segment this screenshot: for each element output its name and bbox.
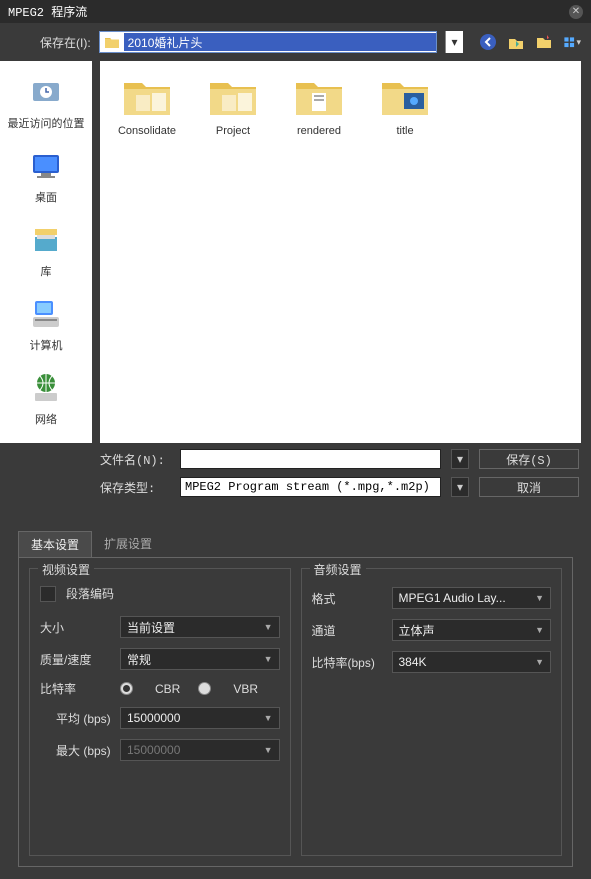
video-settings: 视频设置 段落编码 大小 当前设置▼ 质量/速度 常规▼ 比特率 CBR VBR xyxy=(29,568,291,856)
main-area: 最近访问的位置 桌面 库 计算机 网络 Consolidate Proj xyxy=(0,61,591,443)
size-label: 大小 xyxy=(40,619,120,636)
filetype-label: 保存类型: xyxy=(100,479,170,496)
vbr-label: VBR xyxy=(233,682,258,696)
folder-label: Consolidate xyxy=(110,125,184,137)
close-button[interactable]: ✕ xyxy=(569,5,583,19)
folder-label: Project xyxy=(196,125,270,137)
sidebar-item-label: 桌面 xyxy=(0,189,92,205)
recent-icon xyxy=(27,73,65,111)
folder-icon xyxy=(206,75,260,119)
window-title: MPEG2 程序流 xyxy=(8,3,87,20)
settings-area: 基本设置 扩展设置 视频设置 段落编码 大小 当前设置▼ 质量/速度 常规▼ 比… xyxy=(0,519,591,879)
segment-encode-checkbox[interactable] xyxy=(40,586,56,602)
location-input[interactable] xyxy=(124,33,436,51)
file-area[interactable]: Consolidate Project rendered title xyxy=(100,61,581,443)
max-label: 最大 (bps) xyxy=(40,742,120,759)
bitrate-label: 比特率 xyxy=(40,680,120,697)
format-select[interactable]: MPEG1 Audio Lay...▼ xyxy=(392,587,552,609)
folder-icon xyxy=(378,75,432,119)
folder-icon xyxy=(104,35,120,49)
location-bar: 保存在(I): ▾ ▾ xyxy=(0,23,591,61)
bitrate-radios: CBR VBR xyxy=(120,682,258,696)
filename-label: 文件名(N): xyxy=(100,451,170,468)
video-title: 视频设置 xyxy=(38,561,94,578)
tab-extended[interactable]: 扩展设置 xyxy=(92,531,164,557)
titlebar: MPEG2 程序流 ✕ xyxy=(0,0,591,23)
filename-input[interactable] xyxy=(180,449,441,469)
cbr-label: CBR xyxy=(155,682,180,696)
folder-label: title xyxy=(368,125,442,137)
sidebar-item-label: 计算机 xyxy=(0,337,92,353)
filetype-dropdown[interactable]: ▾ xyxy=(451,477,469,497)
save-button[interactable]: 保存(S) xyxy=(479,449,579,469)
sidebar-item-recent[interactable]: 最近访问的位置 xyxy=(0,67,92,141)
sidebar: 最近访问的位置 桌面 库 计算机 网络 xyxy=(0,61,92,443)
filename-dropdown[interactable]: ▾ xyxy=(451,449,469,469)
folder-item[interactable]: title xyxy=(368,75,442,137)
location-input-wrap xyxy=(99,31,437,53)
sidebar-item-label: 最近访问的位置 xyxy=(0,115,92,131)
desktop-icon xyxy=(27,147,65,185)
view-icon[interactable]: ▾ xyxy=(563,33,581,51)
folder-label: rendered xyxy=(282,125,356,137)
sidebar-item-library[interactable]: 库 xyxy=(0,215,92,289)
channel-label: 通道 xyxy=(312,622,392,639)
avg-label: 平均 (bps) xyxy=(40,710,120,727)
quality-label: 质量/速度 xyxy=(40,651,120,668)
sidebar-item-computer[interactable]: 计算机 xyxy=(0,289,92,363)
folder-item[interactable]: Consolidate xyxy=(110,75,184,137)
up-icon[interactable] xyxy=(507,33,525,51)
channel-select[interactable]: 立体声▼ xyxy=(392,619,552,641)
back-icon[interactable] xyxy=(479,33,497,51)
audio-bitrate-select[interactable]: 384K▼ xyxy=(392,651,552,673)
sidebar-item-label: 网络 xyxy=(0,411,92,427)
size-select[interactable]: 当前设置▼ xyxy=(120,616,280,638)
filetype-select[interactable]: MPEG2 Program stream (*.mpg,*.m2p) xyxy=(180,477,441,497)
location-label: 保存在(I): xyxy=(40,34,91,51)
folder-item[interactable]: Project xyxy=(196,75,270,137)
format-label: 格式 xyxy=(312,590,392,607)
computer-icon xyxy=(27,295,65,333)
folder-icon xyxy=(292,75,346,119)
cancel-button[interactable]: 取消 xyxy=(479,477,579,497)
sidebar-item-desktop[interactable]: 桌面 xyxy=(0,141,92,215)
tab-basic[interactable]: 基本设置 xyxy=(18,531,92,557)
segment-encode-label: 段落编码 xyxy=(66,585,114,602)
location-dropdown[interactable]: ▾ xyxy=(445,31,463,53)
max-select: 15000000▼ xyxy=(120,739,280,761)
audio-title: 音频设置 xyxy=(310,561,366,578)
settings-panel: 视频设置 段落编码 大小 当前设置▼ 质量/速度 常规▼ 比特率 CBR VBR xyxy=(18,557,573,867)
new-folder-icon[interactable] xyxy=(535,33,553,51)
toolbar-icons: ▾ xyxy=(479,33,581,51)
quality-select[interactable]: 常规▼ xyxy=(120,648,280,670)
file-controls: 文件名(N): ▾ 保存(S) 保存类型: MPEG2 Program stre… xyxy=(0,443,591,519)
folder-icon xyxy=(120,75,174,119)
audio-bitrate-label: 比特率(bps) xyxy=(312,654,392,671)
cbr-radio[interactable] xyxy=(120,682,133,695)
folder-item[interactable]: rendered xyxy=(282,75,356,137)
avg-select[interactable]: 15000000▼ xyxy=(120,707,280,729)
vbr-radio[interactable] xyxy=(198,682,211,695)
tabs: 基本设置 扩展设置 xyxy=(18,531,573,557)
library-icon xyxy=(27,221,65,259)
sidebar-item-label: 库 xyxy=(0,263,92,279)
file-grid: Consolidate Project rendered title xyxy=(110,75,571,137)
network-icon xyxy=(27,369,65,407)
audio-settings: 音频设置 格式 MPEG1 Audio Lay...▼ 通道 立体声▼ 比特率(… xyxy=(301,568,563,856)
sidebar-item-network[interactable]: 网络 xyxy=(0,363,92,437)
